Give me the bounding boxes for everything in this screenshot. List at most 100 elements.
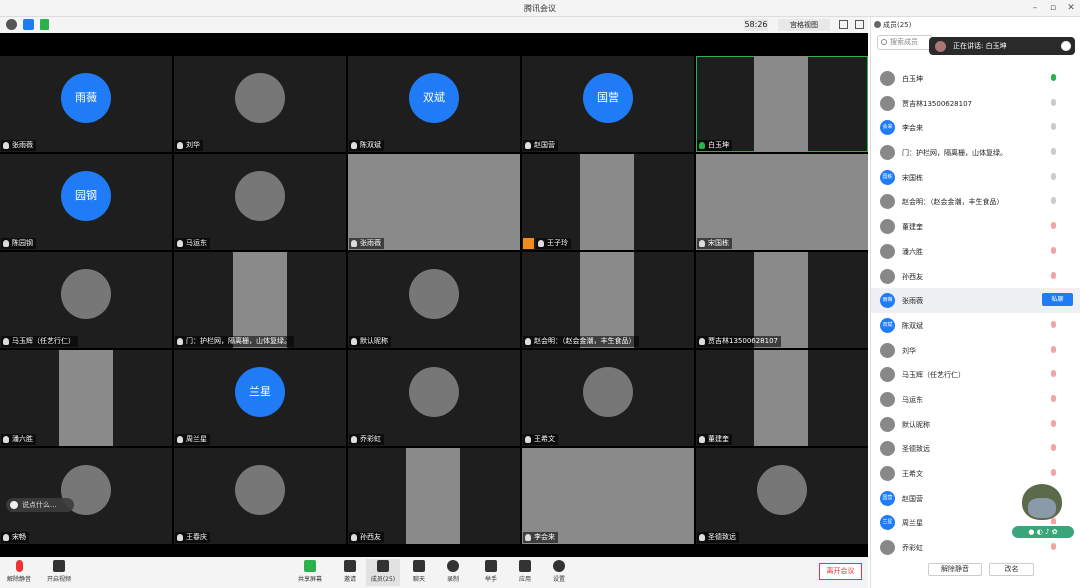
microphone-icon[interactable] (1051, 345, 1056, 353)
participant-name: 潘六胜 (1, 434, 36, 445)
video-tile[interactable]: 孙西友 (348, 448, 520, 544)
member-row[interactable]: 刘华 (871, 338, 1080, 363)
unmute-button[interactable]: 解除静音 (2, 559, 36, 586)
video-tile[interactable]: 门：护栏网，隔离栅，山体复绿。 (174, 252, 346, 348)
invite-button[interactable]: 邀请 (333, 559, 367, 586)
member-row[interactable]: 国栋 宋国栋 (871, 165, 1080, 190)
member-row[interactable]: 贾吉林13500628107 (871, 91, 1080, 116)
share-screen-button[interactable]: 共享屏幕 (293, 559, 327, 586)
microphone-icon[interactable] (1051, 123, 1056, 131)
member-name: 刘华 (902, 346, 916, 355)
microphone-icon[interactable] (1051, 394, 1056, 402)
microphone-icon[interactable] (1051, 320, 1056, 328)
video-tile[interactable]: 乔彩虹 (348, 350, 520, 446)
signal-icon[interactable] (40, 19, 49, 30)
chat-button[interactable]: 聊天 (402, 559, 436, 586)
member-name: 门：护栏网，隔离栅，山体复绿。 (902, 149, 1007, 158)
video-tile[interactable]: 兰星 周兰星 (174, 350, 346, 446)
microphone-icon (699, 240, 705, 247)
apps-button[interactable]: 应用 (508, 559, 542, 586)
participant-name: 刘华 (175, 140, 203, 151)
member-row[interactable]: 孙西友 (871, 264, 1080, 289)
chat-input[interactable]: 说点什么... (6, 498, 74, 512)
member-row[interactable]: 门：护栏网，隔离栅，山体复绿。 (871, 140, 1080, 165)
rename-button[interactable]: 改名 (989, 563, 1034, 576)
member-row[interactable]: 圣德致远 (871, 436, 1080, 461)
microphone-icon[interactable] (1051, 222, 1056, 230)
video-tile[interactable]: 马玉辉（任艺行仁） (0, 252, 172, 348)
video-tile[interactable]: 张雨薇 (348, 154, 520, 250)
video-tile[interactable]: 潘六胜 (0, 350, 172, 446)
sidebar-toggle-icon[interactable] (855, 20, 864, 29)
video-tile[interactable]: 李会来 (522, 448, 694, 544)
emoji-icon[interactable] (10, 501, 18, 509)
video-tile[interactable]: 园钢 陈园钢 (0, 154, 172, 250)
member-search-input[interactable]: 搜索成员 (877, 35, 933, 50)
leave-meeting-button[interactable]: 离开会议 (819, 563, 862, 580)
record-button[interactable]: 录制 (436, 559, 470, 586)
member-row[interactable]: 白玉坤 (871, 66, 1080, 91)
video-tile[interactable]: 王子玲 (522, 154, 694, 250)
maximize-icon[interactable]: ▫ (1046, 2, 1060, 14)
member-row[interactable]: 会来 李会来 (871, 115, 1080, 140)
video-tile[interactable]: 赵会明：（赵会金潮，丰生食品） (522, 252, 694, 348)
mascot-toolbar[interactable]: ● ◐ ♪ ✿ (1010, 524, 1076, 540)
view-mode-button[interactable]: 宫格视图 (778, 19, 830, 31)
member-row[interactable]: 王希文 (871, 461, 1080, 486)
avatar (880, 71, 895, 86)
security-shield-icon[interactable] (23, 19, 34, 30)
microphone-icon[interactable] (1051, 469, 1056, 476)
members-button[interactable]: 成员(25) (366, 559, 400, 586)
microphone-icon (177, 436, 183, 443)
unmute-all-button[interactable]: 解除静音 (928, 563, 982, 576)
video-tile[interactable]: 董建奎 (696, 350, 868, 446)
avatar (61, 269, 111, 319)
microphone-icon[interactable] (1051, 543, 1056, 551)
member-row[interactable]: 董建奎 (871, 214, 1080, 239)
microphone-icon[interactable] (1051, 246, 1056, 254)
microphone-icon[interactable] (1051, 370, 1056, 378)
fullscreen-icon[interactable] (839, 20, 848, 29)
microphone-icon[interactable] (1051, 148, 1056, 156)
member-row[interactable]: 潘六胜 (871, 239, 1080, 264)
video-tile[interactable]: 贾吉林13500628107 (696, 252, 868, 348)
video-tile[interactable]: 马运东 (174, 154, 346, 250)
start-video-button[interactable]: 开启视频 (42, 559, 76, 586)
video-tile[interactable]: 宋畅 (0, 448, 172, 544)
member-name: 默认昵称 (902, 420, 930, 429)
minimize-icon[interactable]: – (1028, 2, 1042, 14)
member-row[interactable]: 默认昵称 (871, 412, 1080, 437)
microphone-icon[interactable] (1051, 98, 1056, 106)
private-chat-button[interactable]: 私聊 (1042, 293, 1073, 307)
video-tile[interactable]: 国营 赵国营 (522, 56, 694, 152)
microphone-icon[interactable] (1051, 444, 1056, 452)
video-tile[interactable]: 默认昵称 (348, 252, 520, 348)
member-row[interactable]: 马运东 (871, 387, 1080, 412)
raise-hand-button[interactable]: 举手 (474, 559, 508, 586)
member-row[interactable]: 赵会明：（赵会金潮，丰生食品） (871, 189, 1080, 214)
microphone-icon[interactable] (1051, 271, 1056, 279)
search-placeholder: 搜索成员 (890, 38, 918, 46)
settings-button[interactable]: 设置 (542, 559, 576, 586)
video-tile[interactable]: 宋国栋 (696, 154, 868, 250)
info-icon[interactable] (6, 19, 17, 30)
member-row[interactable]: 双斌 陈双斌 (871, 313, 1080, 338)
avatar (880, 243, 895, 259)
member-row[interactable]: 马玉辉（任艺行仁） (871, 362, 1080, 387)
mascot-widget[interactable]: ● ◐ ♪ ✿ (1010, 484, 1076, 542)
microphone-icon[interactable] (1051, 172, 1056, 180)
microphone-icon (177, 142, 183, 149)
microphone-icon[interactable] (1051, 419, 1056, 427)
video-tile[interactable]: 雨薇 张雨薇 (0, 56, 172, 152)
microphone-icon[interactable] (1051, 197, 1056, 205)
participant-name-label: 陈双斌 (360, 141, 381, 149)
video-tile[interactable]: 刘华 (174, 56, 346, 152)
close-icon[interactable]: ✕ (1064, 2, 1078, 14)
video-tile[interactable]: 王希文 (522, 350, 694, 446)
member-row[interactable]: 雨薇 张雨薇 私聊 (871, 288, 1080, 313)
video-tile[interactable]: 圣德致远 (696, 448, 868, 544)
video-tile[interactable]: 双斌 陈双斌 (348, 56, 520, 152)
video-tile[interactable]: 王春庆 (174, 448, 346, 544)
video-tile[interactable]: 白玉坤 (696, 56, 868, 152)
microphone-icon[interactable] (1051, 74, 1056, 81)
